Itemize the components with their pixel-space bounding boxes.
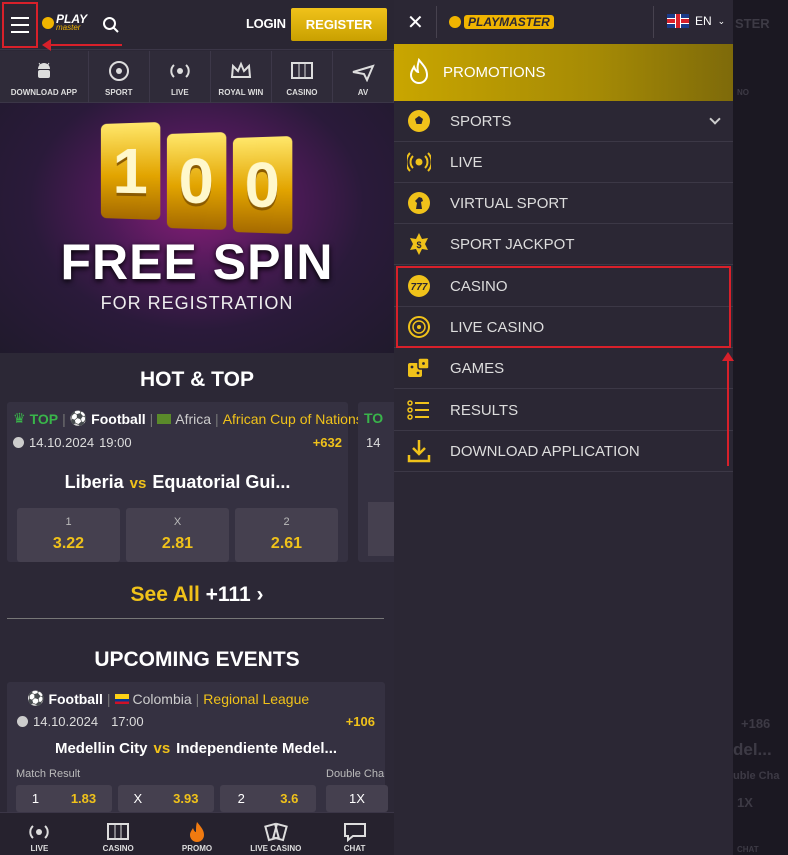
odd-button-home[interactable]: 1 3.22 — [17, 508, 120, 562]
bottom-navigation: LIVE CASINO PROMO LIVE CASINO CHAT — [0, 812, 394, 855]
uk-flag-icon — [667, 14, 689, 28]
live-broadcast-icon — [170, 64, 190, 78]
event-time: 14.10.2024 17:00 — [17, 714, 144, 729]
plane-icon — [352, 64, 375, 82]
annotation-arrow — [42, 39, 122, 51]
event-time: 14.10.2024 19:00 — [13, 435, 132, 450]
odd-button-draw[interactable]: X 2.81 — [126, 508, 229, 562]
menu-item-games[interactable]: GAMES — [394, 348, 733, 389]
nav-chat[interactable]: CHAT — [315, 813, 394, 855]
category-casino[interactable]: CASINO — [272, 51, 333, 103]
search-icon[interactable] — [102, 16, 120, 34]
promo-banner[interactable]: 1 0 0 FREE SPIN FOR REGISTRATION — [0, 103, 394, 353]
menu-item-sport-jackpot[interactable]: $ SPORT JACKPOT — [394, 224, 733, 265]
category-royal-win[interactable]: ROYAL WIN — [211, 51, 272, 103]
category-sport[interactable]: SPORT — [89, 51, 150, 103]
see-all-link[interactable]: See All +111 › — [0, 583, 394, 607]
jackpot-star-icon: $ — [410, 233, 428, 255]
chevron-down-icon: ⌄ — [717, 15, 726, 26]
odd-button-home[interactable]: 1 1.83 — [16, 785, 112, 812]
colombia-flag-icon — [114, 693, 129, 704]
banner-number: 1 0 0 — [100, 121, 293, 235]
menu-item-live[interactable]: LIVE — [394, 142, 733, 183]
category-bar: DOWNLOAD APP SPORT LIVE ROYAL WIN CASINO… — [0, 51, 394, 103]
fire-icon — [189, 822, 204, 842]
menu-item-download-application[interactable]: DOWNLOAD APPLICATION — [394, 431, 733, 472]
list-icon — [407, 400, 429, 420]
odd-button-double-chance[interactable]: 1X — [326, 785, 388, 812]
cards-icon — [263, 822, 288, 842]
menu-item-results[interactable]: RESULTS — [394, 390, 733, 431]
odd-button-away[interactable]: 2 3.6 — [220, 785, 316, 812]
chevron-right-icon: › — [256, 583, 264, 606]
chevron-down-icon — [709, 113, 721, 125]
crown-icon: ♛ — [13, 410, 26, 426]
live-broadcast-icon — [407, 152, 431, 172]
chat-icon — [343, 823, 366, 843]
soccer-ball-icon: ⚽ — [27, 690, 45, 706]
side-menu-header: ✕ PLAYMASTER EN ⌄ — [394, 0, 733, 44]
banner-subtitle: FOR REGISTRATION — [100, 293, 294, 313]
brand-logo[interactable]: PLAY master — [42, 13, 87, 32]
odd-button-draw[interactable]: X 3.93 — [118, 785, 214, 812]
category-download-app[interactable]: DOWNLOAD APP — [0, 51, 89, 103]
slot-machine-icon — [290, 62, 313, 79]
fire-icon — [409, 58, 429, 84]
hot-top-title: HOT & TOP — [140, 368, 254, 391]
live-broadcast-icon — [29, 825, 50, 839]
soccer-ball-icon — [108, 61, 129, 81]
download-icon — [407, 440, 431, 463]
register-button[interactable]: REGISTER — [291, 8, 387, 41]
top-bar: PLAY master LOGIN REGISTER — [0, 0, 394, 50]
annotation-arrow — [722, 352, 734, 466]
login-button[interactable]: LOGIN — [246, 16, 286, 31]
android-icon — [37, 62, 50, 78]
hot-event-card-peek[interactable]: TO 14 — [358, 402, 394, 562]
upcoming-events-title: UPCOMING EVENTS — [94, 648, 300, 671]
event-tags: ⚽ Football | Colombia | Regional League — [27, 690, 310, 707]
close-icon[interactable]: ✕ — [407, 10, 424, 35]
logo-coin-icon — [449, 16, 461, 28]
nav-live[interactable]: LIVE — [0, 813, 79, 855]
category-av[interactable]: AV — [333, 51, 394, 103]
event-teams: Medellin City vs Independiente Medel... — [54, 740, 338, 757]
brand-logo[interactable]: PLAYMASTER — [449, 15, 554, 29]
market-label: Match Result — [16, 768, 81, 780]
logo-coin-icon — [42, 17, 54, 29]
event-tags: ♛ TOP | ⚽ Football | Africa | African Cu… — [13, 410, 363, 427]
banner-title: FREE SPIN — [60, 234, 334, 290]
more-markets-count[interactable]: +106 — [346, 714, 375, 729]
dimmed-background: STER NO +186 del... uble Cha 1X CHAT — [733, 0, 788, 855]
more-markets-count[interactable]: +632 — [313, 435, 342, 450]
clock-icon — [13, 437, 24, 448]
dice-icon — [408, 357, 430, 377]
nav-live-casino[interactable]: LIVE CASINO — [236, 813, 315, 855]
event-teams: Liberia vs Equatorial Gui... — [64, 472, 291, 492]
category-live[interactable]: LIVE — [150, 51, 211, 103]
horse-icon — [408, 192, 430, 214]
menu-item-promotions[interactable]: PROMOTIONS — [394, 44, 733, 101]
annotation-highlight-box — [396, 266, 731, 348]
menu-item-sports[interactable]: SPORTS — [394, 101, 733, 142]
crown-icon — [230, 61, 251, 78]
side-menu: ✕ PLAYMASTER EN ⌄ PROMOTIONS SPORTS LIVE … — [394, 0, 734, 855]
menu-item-virtual-sport[interactable]: VIRTUAL SPORT — [394, 183, 733, 224]
africa-flag-icon — [157, 413, 172, 424]
svg-text:$: $ — [416, 240, 421, 250]
nav-casino[interactable]: CASINO — [79, 813, 158, 855]
divider — [7, 618, 384, 619]
odd-button-away[interactable]: 2 2.61 — [235, 508, 338, 562]
language-selector[interactable]: EN ⌄ — [667, 14, 725, 28]
nav-promo[interactable]: PROMO — [158, 813, 237, 855]
main-app: PLAY master LOGIN REGISTER DOWNLOAD APP S… — [0, 0, 394, 855]
clock-icon — [17, 716, 28, 727]
market-label: Double Cha — [326, 768, 385, 780]
soccer-ball-icon: ⚽ — [69, 410, 88, 426]
soccer-ball-icon — [408, 110, 430, 132]
slot-machine-icon — [107, 823, 130, 840]
hamburger-menu-button[interactable] — [2, 2, 38, 48]
